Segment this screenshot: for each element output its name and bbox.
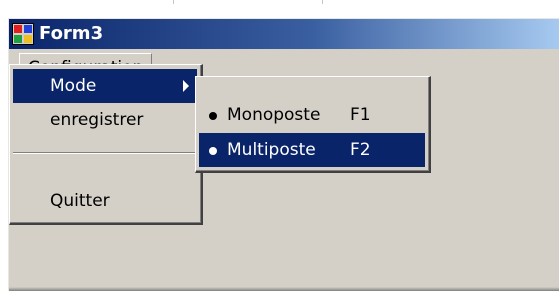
title-bar[interactable]: Form3 [9,19,559,49]
submenu-item-label: Multiposte [227,140,316,160]
mode-submenu: Monoposte F1 Multiposte F2 [195,76,431,173]
form-app-icon[interactable] [12,23,34,45]
submenu-item-monoposte[interactable]: Monoposte F1 [199,98,425,132]
background-strip [0,0,559,18]
submenu-item-multiposte[interactable]: Multiposte F2 [199,133,425,167]
shortcut-label: F2 [350,140,371,160]
submenu-item-label: Monoposte [227,105,321,125]
background-tick [173,0,174,4]
window-bottom-edge [9,287,559,291]
shortcut-label: F1 [350,105,371,125]
menu-item-label: enregistrer [50,110,144,130]
menu-item-enregistrer[interactable]: enregistrer [13,103,197,137]
background-tick [322,0,323,4]
menu-item-label: Quitter [50,191,110,211]
submenu-arrow-icon [183,80,189,92]
menu-item-quitter[interactable]: Quitter [13,184,197,218]
radio-bullet-icon [209,147,217,155]
window-title: Form3 [39,23,104,44]
configuration-dropdown: Mode enregistrer Quitter [9,64,203,225]
radio-bullet-icon [209,112,217,120]
menu-item-label: Mode [50,76,97,96]
menu-item-mode[interactable]: Mode [13,69,197,103]
menu-separator [13,152,197,154]
